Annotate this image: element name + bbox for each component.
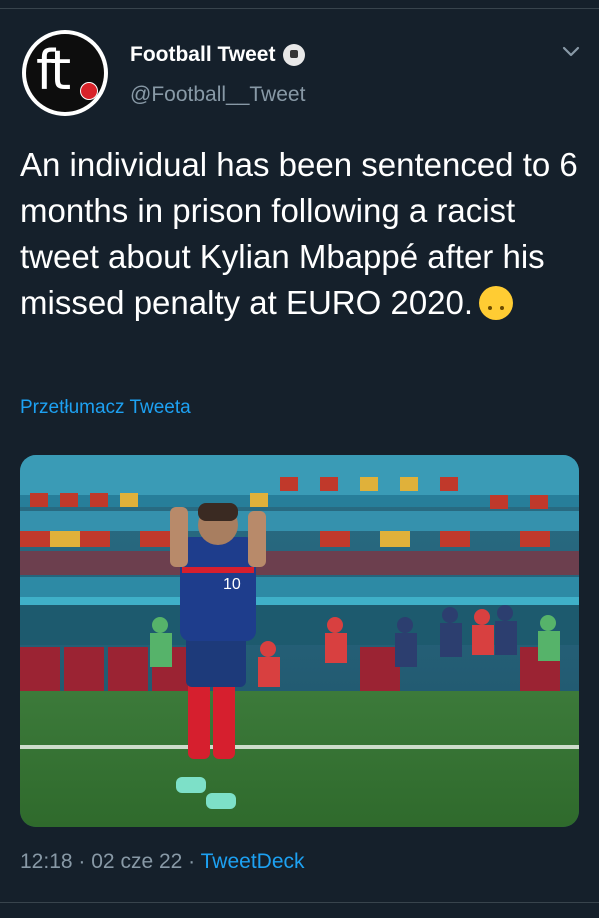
- avatar-ball-icon: [80, 82, 98, 100]
- avatar-logo-text: ft: [36, 39, 71, 102]
- translate-tweet-link[interactable]: Przetłumacz Tweeta: [20, 397, 191, 419]
- upside-down-face-icon: [479, 286, 514, 320]
- display-name[interactable]: Football Tweet: [130, 43, 275, 67]
- user-handle[interactable]: @Football__Tweet: [130, 83, 305, 107]
- meta-separator: ·: [188, 850, 196, 873]
- jersey-number: 10: [223, 576, 241, 593]
- top-divider: [0, 8, 599, 9]
- avatar[interactable]: ft: [22, 30, 108, 116]
- author-name-row[interactable]: Football Tweet: [130, 42, 306, 68]
- tweet-date[interactable]: 02 cze 22: [91, 850, 182, 873]
- avatar-logo: ft: [26, 34, 104, 112]
- bottom-divider: [0, 902, 599, 903]
- tweet-photo[interactable]: 10: [20, 455, 579, 827]
- tweet-text: An individual has been sentenced to 6 mo…: [20, 142, 580, 326]
- tweet-source-link[interactable]: TweetDeck: [201, 850, 305, 873]
- tweet-time[interactable]: 12:18: [20, 850, 73, 873]
- stadium-photo: 10: [20, 455, 579, 827]
- meta-separator: ·: [78, 850, 86, 873]
- soccer-ball-icon: [283, 44, 306, 66]
- tweet-meta: 12:18 · 02 cze 22 · TweetDeck: [20, 850, 305, 874]
- chevron-down-icon[interactable]: [560, 40, 582, 62]
